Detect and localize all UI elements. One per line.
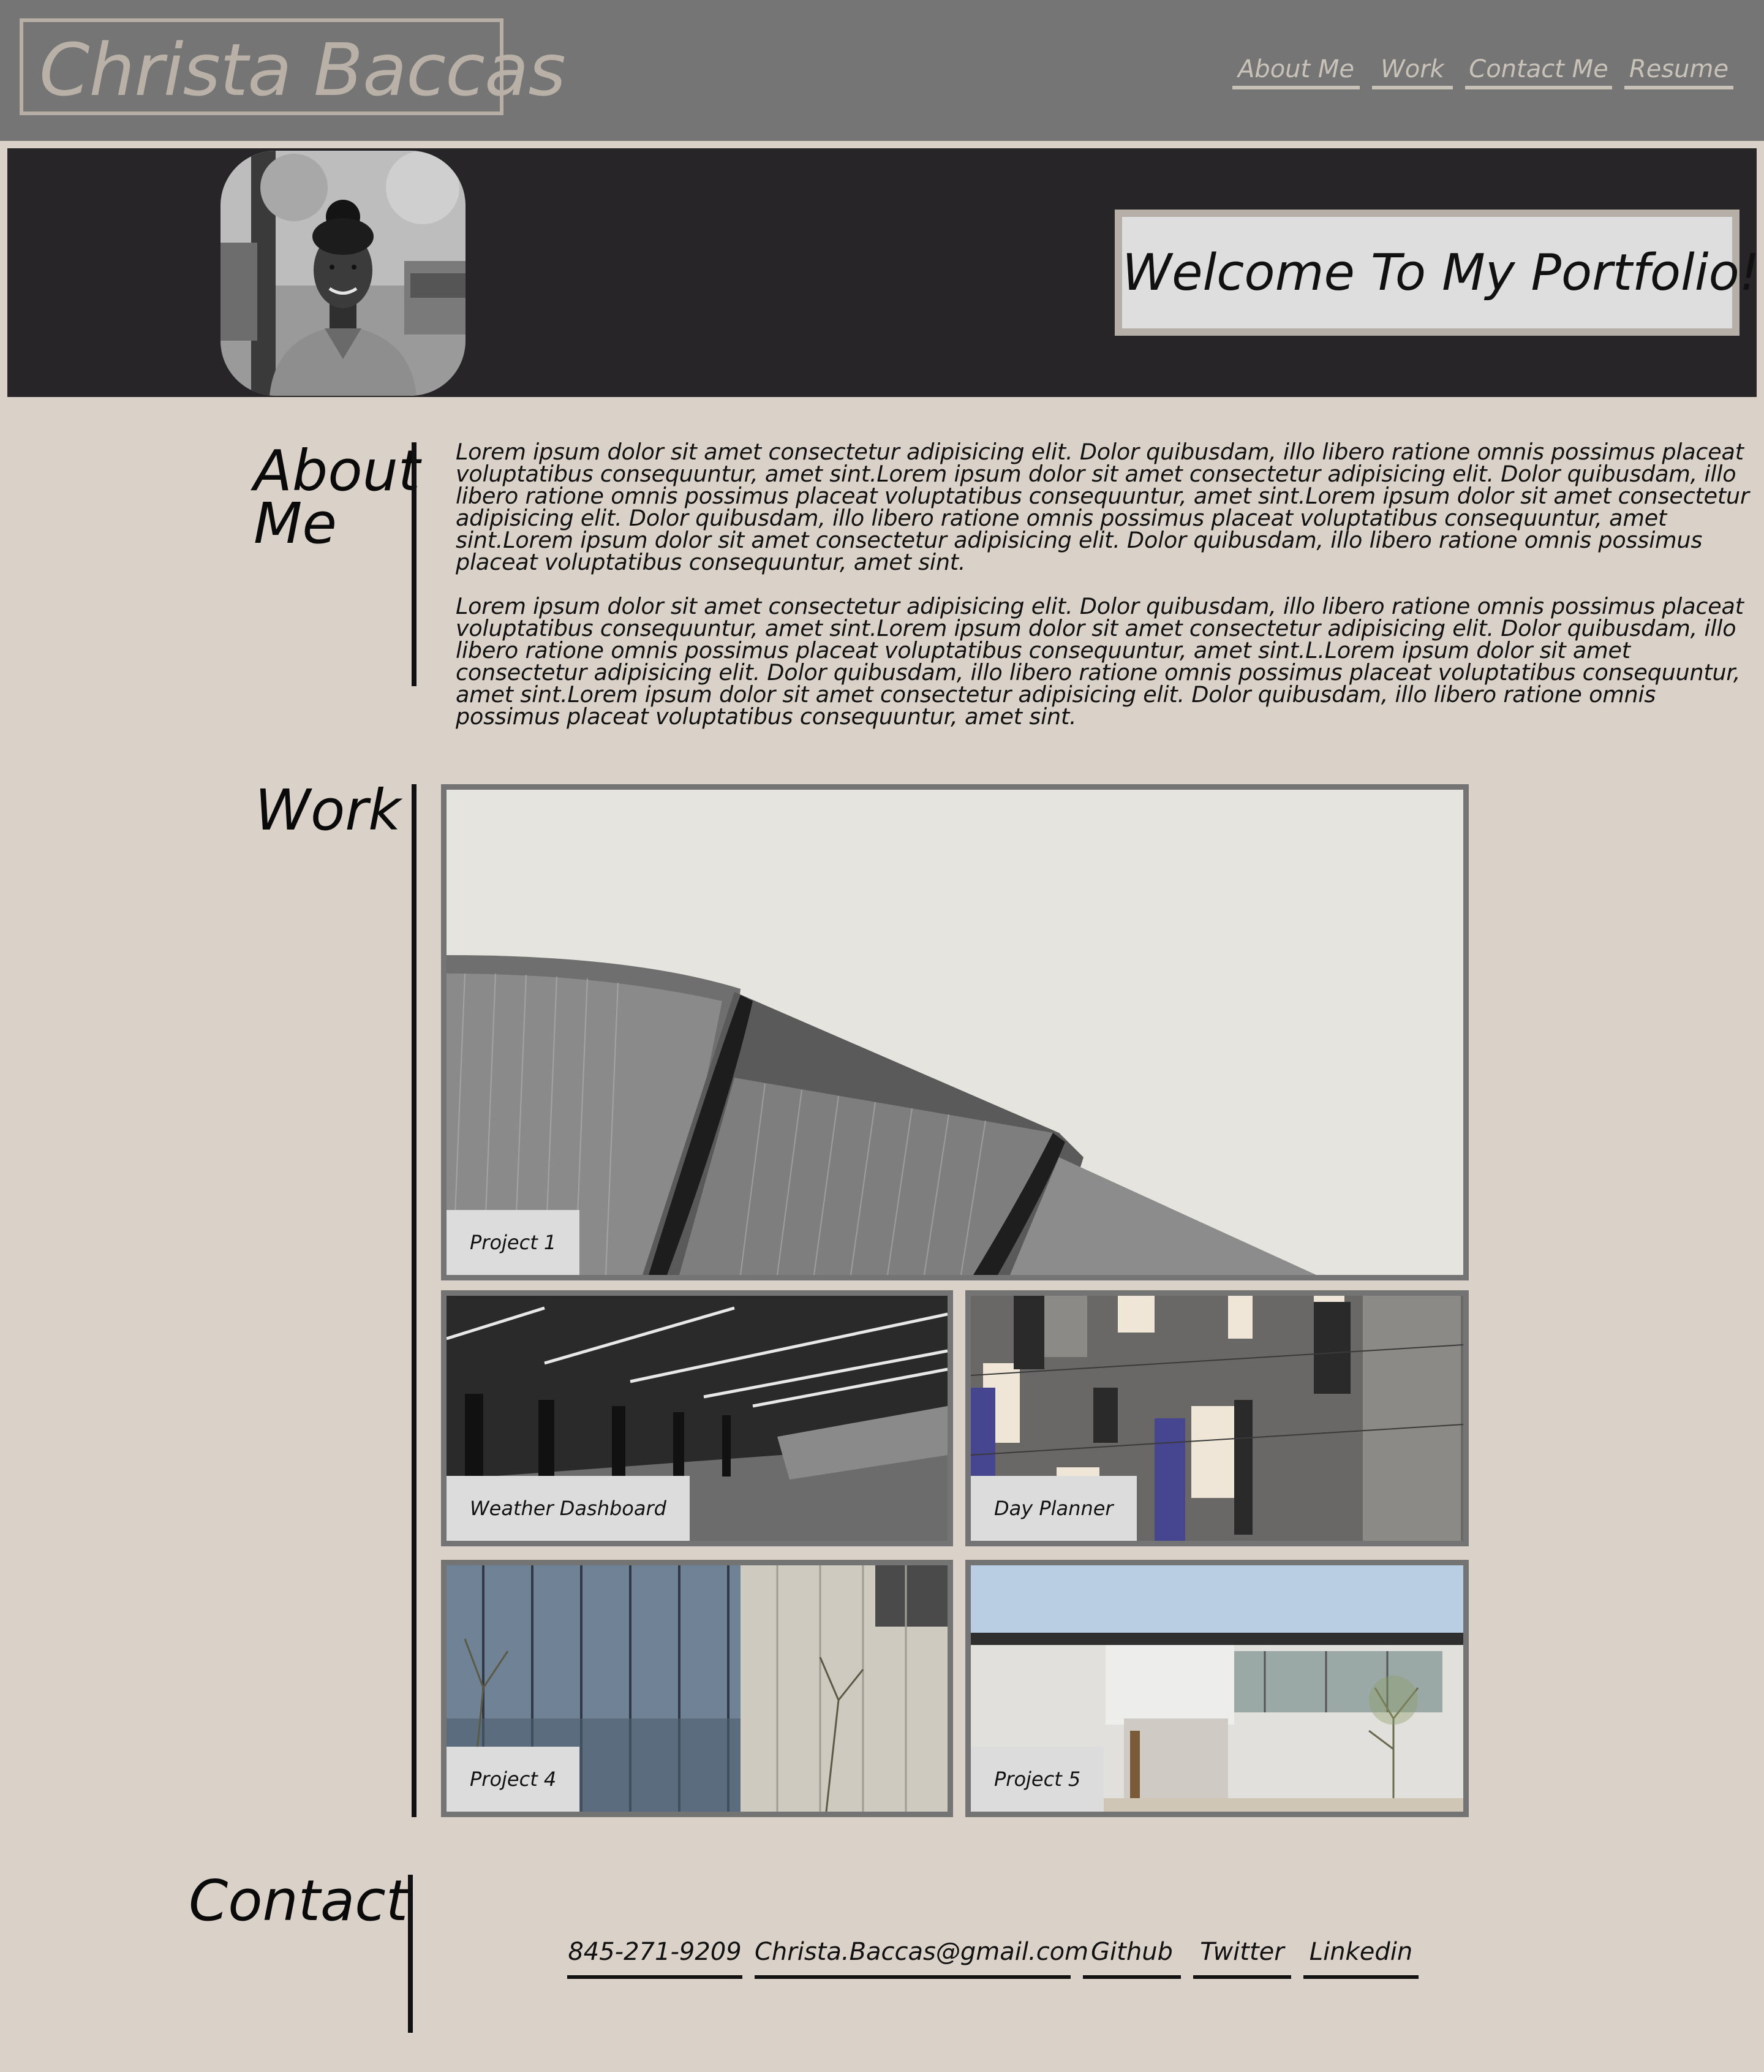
contact-phone-link[interactable]: 845-271-9209	[567, 1929, 742, 1979]
project-card-weather-dashboard[interactable]: Weather Dashboard	[441, 1290, 953, 1546]
contact-email-link[interactable]: Christa.Baccas@gmail.com	[755, 1929, 1088, 1979]
about-title-line2: Me	[254, 491, 337, 556]
contact-divider	[408, 1875, 413, 2033]
project-card-1[interactable]: Project 1	[441, 784, 1469, 1280]
nav-contact-me[interactable]: Contact Me	[1465, 49, 1612, 89]
project-4-label: Project 4	[447, 1747, 580, 1812]
main-nav: About Me Work Contact Me Resume	[0, 49, 1764, 93]
about-paragraph-1: Lorem ipsum dolor sit amet consectetur a…	[456, 439, 1749, 575]
work-title: Work	[255, 777, 401, 843]
about-text: Lorem ipsum dolor sit amet consectetur a…	[456, 439, 1764, 750]
about-divider	[412, 442, 417, 686]
weather-dashboard-label: Weather Dashboard	[447, 1476, 690, 1541]
contact-github-link[interactable]: Github	[1083, 1929, 1181, 1979]
day-planner-label: Day Planner	[971, 1476, 1137, 1541]
project-card-4[interactable]: Project 4	[441, 1560, 953, 1817]
work-divider	[412, 784, 417, 1817]
nav-resume[interactable]: Resume	[1624, 49, 1733, 89]
project-1-label: Project 1	[447, 1210, 580, 1275]
project-5-label: Project 5	[971, 1747, 1104, 1812]
avatar	[221, 151, 466, 396]
project-1-image	[447, 790, 1463, 1275]
welcome-box: Welcome To My Portfolio!	[1115, 210, 1760, 336]
contact-linkedin-link[interactable]: Linkedin	[1303, 1929, 1419, 1979]
hero-banner: Welcome To My Portfolio!	[7, 148, 1760, 397]
welcome-heading: Welcome To My Portfolio!	[1122, 244, 1760, 302]
nav-work[interactable]: Work	[1372, 49, 1453, 89]
project-card-day-planner[interactable]: Day Planner	[965, 1290, 1469, 1546]
about-title: About Me	[254, 438, 421, 556]
about-title-line1: About	[254, 438, 421, 504]
about-paragraph-2: Lorem ipsum dolor sit amet consectetur a…	[456, 593, 1744, 730]
project-card-5[interactable]: Project 5	[965, 1560, 1469, 1817]
nav-about-me[interactable]: About Me	[1232, 49, 1360, 89]
contact-twitter-link[interactable]: Twitter	[1193, 1929, 1291, 1979]
contact-title: Contact	[189, 1868, 408, 1934]
site-header: Christa Baccas About Me Work Contact Me …	[0, 0, 1764, 141]
